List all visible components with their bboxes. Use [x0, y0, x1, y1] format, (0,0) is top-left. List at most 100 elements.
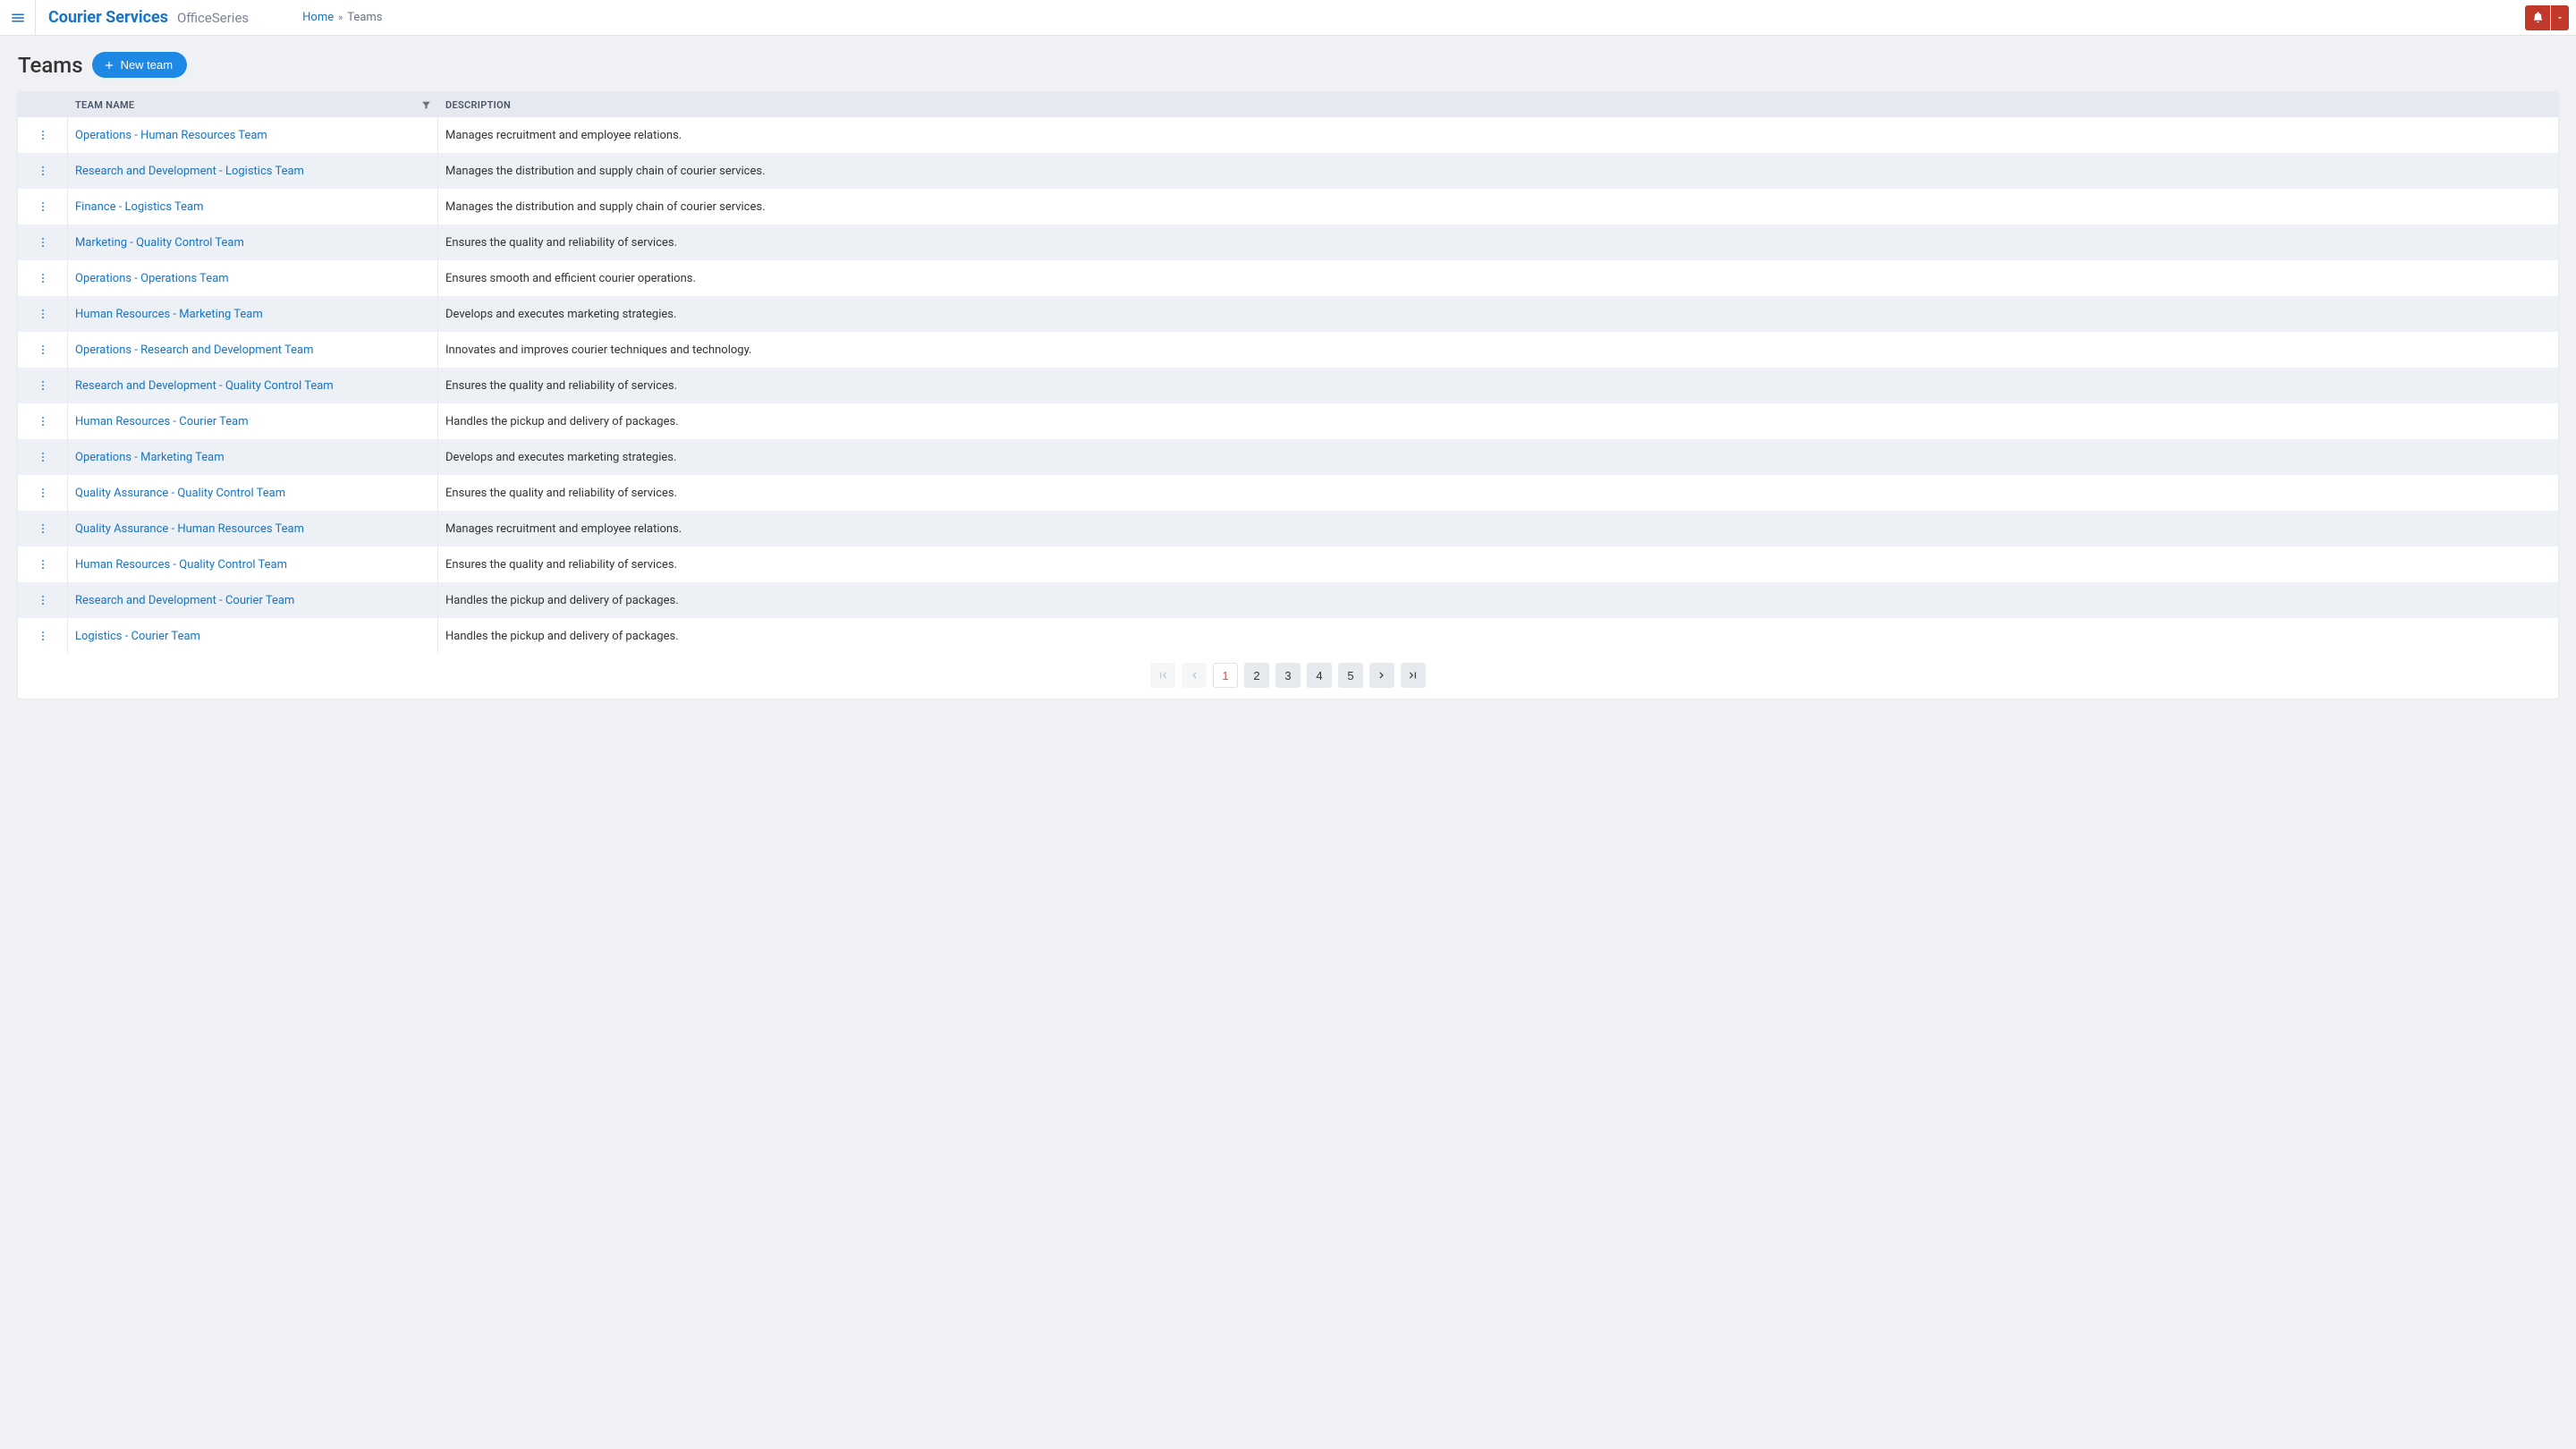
more-vertical-icon [37, 522, 49, 535]
column-team-name[interactable]: TEAM NAME [68, 99, 438, 111]
row-team-name-cell: Operations - Research and Development Te… [68, 332, 438, 368]
breadcrumb-home[interactable]: Home [302, 11, 334, 24]
table-row: Finance - Logistics Team Manages the dist… [18, 189, 2558, 225]
page-number-button[interactable]: 4 [1307, 663, 1332, 688]
row-actions-button[interactable] [18, 368, 68, 403]
row-team-name-cell: Quality Assurance - Quality Control Team [68, 475, 438, 511]
row-description-cell: Manages recruitment and employee relatio… [438, 117, 2558, 153]
more-vertical-icon [37, 129, 49, 141]
table-row: Logistics - Courier Team Handles the pick… [18, 618, 2558, 654]
team-link[interactable]: Quality Assurance - Quality Control Team [75, 487, 285, 500]
more-vertical-icon [37, 165, 49, 177]
more-vertical-icon [37, 487, 49, 499]
team-link[interactable]: Human Resources - Quality Control Team [75, 558, 287, 572]
team-link[interactable]: Operations - Operations Team [75, 272, 229, 285]
row-description-cell: Ensures the quality and reliability of s… [438, 475, 2558, 511]
menu-button[interactable] [0, 0, 36, 36]
notifications-button[interactable] [2525, 5, 2550, 30]
brand-subtitle: OfficeSeries [177, 10, 249, 26]
table-row: Marketing - Quality Control Team Ensures … [18, 225, 2558, 260]
row-team-name-cell: Human Resources - Quality Control Team [68, 547, 438, 582]
notifications-dropdown[interactable] [2551, 5, 2569, 30]
table-row: Research and Development - Logistics Tea… [18, 153, 2558, 189]
more-vertical-icon [37, 415, 49, 428]
row-description-cell: Handles the pickup and delivery of packa… [438, 582, 2558, 618]
row-description-cell: Ensures the quality and reliability of s… [438, 547, 2558, 582]
more-vertical-icon [37, 451, 49, 463]
brand-title[interactable]: Courier Services [48, 8, 168, 27]
more-vertical-icon [37, 236, 49, 249]
row-description-cell: Develops and executes marketing strategi… [438, 296, 2558, 332]
row-team-name-cell: Operations - Marketing Team [68, 439, 438, 475]
row-description-cell: Ensures the quality and reliability of s… [438, 225, 2558, 260]
filter-button[interactable] [420, 99, 432, 111]
chevron-last-icon [1407, 669, 1419, 682]
page-header: Teams New team [18, 52, 2558, 78]
plus-icon [103, 59, 115, 72]
row-actions-button[interactable] [18, 225, 68, 260]
chevron-right-icon [1376, 669, 1388, 682]
table-row: Human Resources - Courier TeamHandles th… [18, 403, 2558, 439]
table-row: Quality Assurance - Quality Control Team… [18, 475, 2558, 511]
caret-down-icon [2555, 13, 2564, 22]
page-number-button[interactable]: 2 [1244, 663, 1269, 688]
new-team-label: New team [121, 58, 174, 72]
new-team-button[interactable]: New team [92, 52, 188, 78]
row-description-cell: Ensures the quality and reliability of s… [438, 368, 2558, 403]
team-link[interactable]: Marketing - Quality Control Team [75, 236, 244, 250]
team-link[interactable]: Human Resources - Courier Team [75, 415, 249, 428]
row-team-name-cell: Logistics - Courier Team [68, 618, 438, 654]
row-actions-button[interactable] [18, 153, 68, 189]
team-link[interactable]: Operations - Marketing Team [75, 451, 225, 464]
chevron-first-icon [1157, 669, 1169, 682]
team-link[interactable]: Quality Assurance - Human Resources Team [75, 522, 304, 536]
row-actions-button[interactable] [18, 260, 68, 296]
row-description-cell: Handles the pickup and delivery of packa… [438, 618, 2558, 654]
row-actions-button[interactable] [18, 439, 68, 475]
row-actions-button[interactable] [18, 332, 68, 368]
team-link[interactable]: Research and Development - Quality Contr… [75, 379, 334, 393]
pagination: 12345 [18, 654, 2558, 699]
team-link[interactable]: Finance - Logistics Team [75, 200, 204, 214]
bell-icon [2531, 11, 2545, 24]
team-link[interactable]: Human Resources - Marketing Team [75, 308, 263, 321]
table-row: Human Resources - Marketing Team Develops… [18, 296, 2558, 332]
breadcrumb-current: Teams [347, 11, 382, 24]
column-description[interactable]: DESCRIPTION [438, 99, 2558, 111]
page-last-button[interactable] [1401, 663, 1426, 688]
row-actions-button[interactable] [18, 547, 68, 582]
row-actions-button[interactable] [18, 189, 68, 225]
team-link[interactable]: Research and Development - Courier Team [75, 594, 294, 607]
row-actions-button[interactable] [18, 403, 68, 439]
row-team-name-cell: Human Resources - Courier Team [68, 403, 438, 439]
row-description-cell: Innovates and improves courier technique… [438, 332, 2558, 368]
row-team-name-cell: Human Resources - Marketing Team [68, 296, 438, 332]
more-vertical-icon [37, 594, 49, 606]
table-row: Research and Development - Courier Team H… [18, 582, 2558, 618]
row-description-cell: Develops and executes marketing strategi… [438, 439, 2558, 475]
more-vertical-icon [37, 558, 49, 571]
page-next-button[interactable] [1369, 663, 1394, 688]
row-team-name-cell: Quality Assurance - Human Resources Team [68, 511, 438, 547]
team-link[interactable]: Operations - Human Resources Team [75, 129, 267, 142]
row-actions-button[interactable] [18, 117, 68, 153]
team-link[interactable]: Research and Development - Logistics Tea… [75, 165, 304, 178]
row-actions-button[interactable] [18, 582, 68, 618]
topbar: Courier Services OfficeSeries Home » Tea… [0, 0, 2576, 36]
team-link[interactable]: Logistics - Courier Team [75, 630, 200, 643]
page-number-button[interactable]: 3 [1275, 663, 1301, 688]
row-description-cell: Manages the distribution and supply chai… [438, 189, 2558, 225]
row-actions-button[interactable] [18, 296, 68, 332]
hamburger-icon [10, 10, 26, 26]
row-actions-button[interactable] [18, 618, 68, 654]
row-team-name-cell: Research and Development - Courier Team [68, 582, 438, 618]
page-number-button[interactable]: 5 [1338, 663, 1363, 688]
table-row: Operations - Research and Development Te… [18, 332, 2558, 368]
column-team-name-label: TEAM NAME [75, 99, 420, 111]
team-link[interactable]: Operations - Research and Development Te… [75, 343, 314, 357]
page-number-button[interactable]: 1 [1213, 663, 1238, 688]
row-actions-button[interactable] [18, 475, 68, 511]
teams-table: TEAM NAME DESCRIPTION Operations - Human… [18, 92, 2558, 699]
row-actions-button[interactable] [18, 511, 68, 547]
row-team-name-cell: Research and Development - Logistics Tea… [68, 153, 438, 189]
